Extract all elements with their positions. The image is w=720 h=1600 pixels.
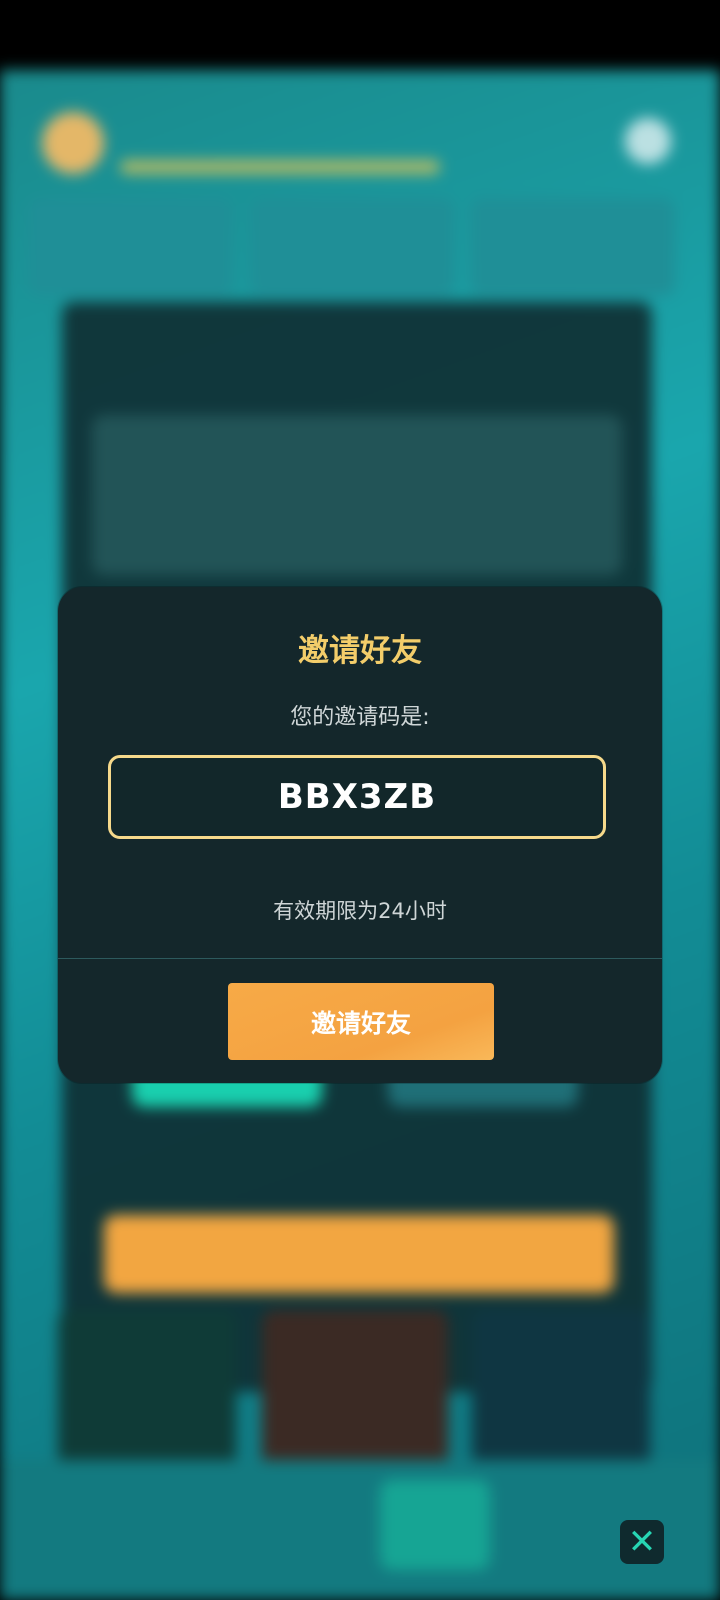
bg-bottom-nav [0, 1460, 720, 1600]
bg-card-1 [28, 198, 233, 296]
invite-code-box[interactable]: BBX3ZB [108, 755, 606, 839]
bg-nav-selected [380, 1480, 490, 1570]
resource-bar [120, 160, 440, 174]
close-icon[interactable]: ✕ [620, 1520, 664, 1564]
invite-code-label: 您的邀请码是: [290, 705, 430, 730]
bg-orange-button [104, 1215, 614, 1293]
bg-card-2 [250, 198, 455, 296]
screen: ✕ 邀请好友 您的邀请码是: BBX3ZB 有效期限为24小时 邀请好友 [0, 0, 720, 1600]
player-avatar [42, 112, 104, 174]
validity-text: 有效期限为24小时 [273, 899, 447, 923]
invite-friends-modal: 邀请好友 您的邀请码是: BBX3ZB 有效期限为24小时 邀请好友 [58, 587, 662, 1083]
divider [58, 958, 662, 959]
bg-card-3 [470, 198, 675, 296]
bg-panel-text [92, 415, 622, 575]
status-bar [0, 0, 720, 70]
invite-friends-button[interactable]: 邀请好友 [228, 983, 494, 1060]
modal-title: 邀请好友 [298, 633, 422, 669]
settings-gear-icon [625, 118, 671, 164]
